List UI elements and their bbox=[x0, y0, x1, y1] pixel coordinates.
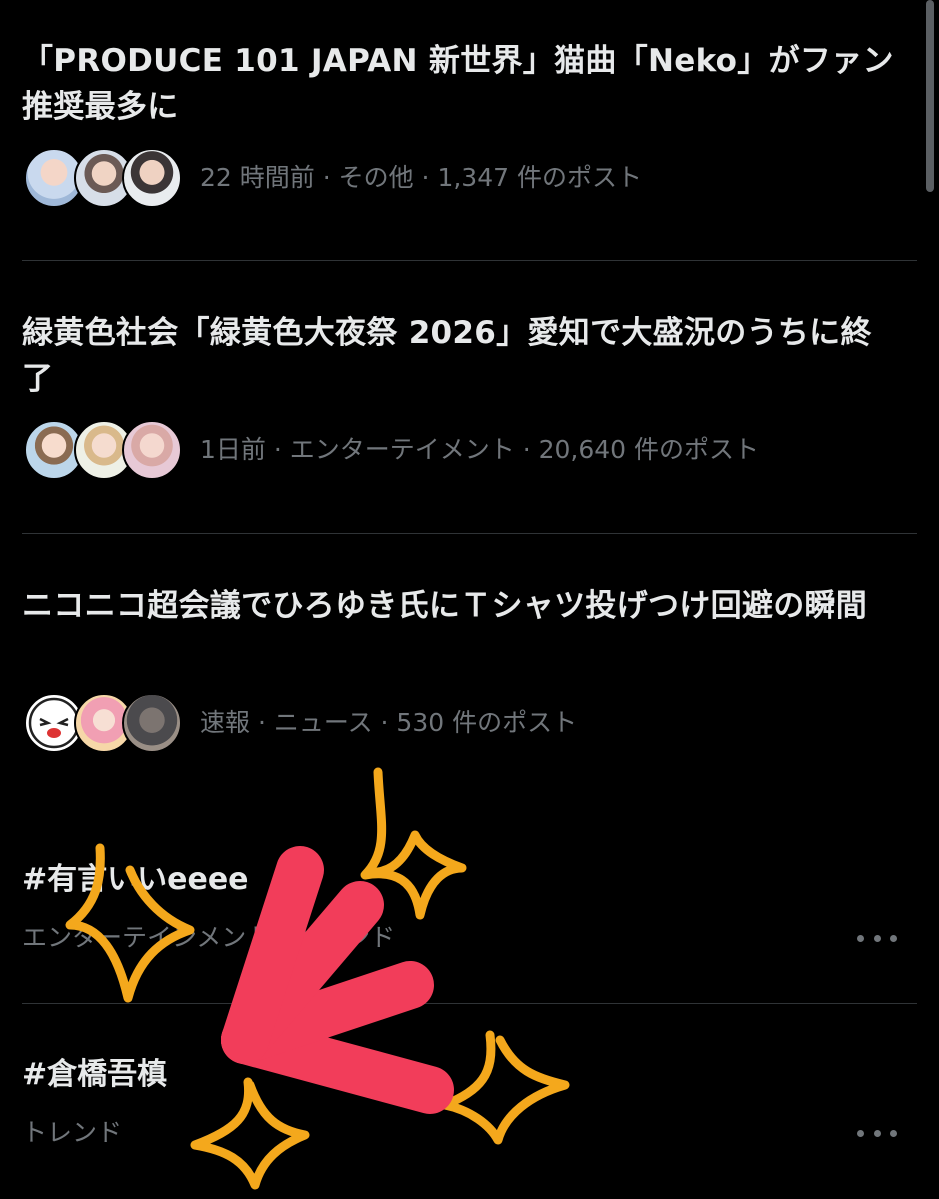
news-meta-row: 1日前 · エンターテイメント · 20,640 件のポスト bbox=[22, 420, 902, 480]
news-item[interactable]: 「PRODUCE 101 JAPAN 新世界」猫曲「Neko」がファン推奨最多に… bbox=[22, 38, 917, 208]
avatar bbox=[122, 420, 182, 480]
news-meta-row: 22 時間前 · その他 · 1,347 件のポスト bbox=[22, 148, 902, 208]
avatar-group bbox=[22, 148, 182, 208]
news-item[interactable]: 緑黄色社会「緑黄色大夜祭 2026」愛知で大盛況のうちに終了 1日前 · エンタ… bbox=[22, 310, 917, 480]
avatar bbox=[122, 693, 182, 753]
news-meta: 1日前 · エンターテイメント · 20,640 件のポスト bbox=[200, 435, 760, 464]
news-title: 「PRODUCE 101 JAPAN 新世界」猫曲「Neko」がファン推奨最多に bbox=[22, 43, 894, 125]
news-meta: 速報 · ニュース · 530 件のポスト bbox=[200, 708, 578, 737]
news-item[interactable]: ニコニコ超会議でひろゆき氏にＴシャツ投げつけ回避の瞬間 速報 · ニュース · … bbox=[22, 583, 917, 753]
divider bbox=[22, 260, 917, 261]
more-options-icon[interactable] bbox=[857, 928, 897, 948]
avatar-group bbox=[22, 420, 182, 480]
avatar bbox=[122, 148, 182, 208]
trend-subtitle: エンターテインメント · トレンド bbox=[22, 923, 396, 952]
news-title: ニコニコ超会議でひろゆき氏にＴシャツ投げつけ回避の瞬間 bbox=[22, 588, 868, 624]
avatar-group bbox=[22, 693, 182, 753]
trend-title: #倉橋吾槙 bbox=[22, 1057, 168, 1092]
divider bbox=[22, 533, 917, 534]
news-title: 緑黄色社会「緑黄色大夜祭 2026」愛知で大盛況のうちに終了 bbox=[22, 315, 872, 397]
news-meta-row: 速報 · ニュース · 530 件のポスト bbox=[22, 693, 902, 753]
trending-feed: 「PRODUCE 101 JAPAN 新世界」猫曲「Neko」がファン推奨最多に… bbox=[0, 0, 939, 1199]
scrollbar[interactable] bbox=[926, 0, 934, 192]
trend-item[interactable]: #倉橋吾槙 トレンド bbox=[22, 1055, 917, 1175]
news-meta: 22 時間前 · その他 · 1,347 件のポスト bbox=[200, 163, 642, 192]
trend-title: #有言いいeeee bbox=[22, 862, 249, 897]
trend-item[interactable]: #有言いいeeee エンターテインメント · トレンド bbox=[22, 860, 917, 980]
divider bbox=[22, 1003, 917, 1004]
more-options-icon[interactable] bbox=[857, 1123, 897, 1143]
trend-subtitle: トレンド bbox=[22, 1118, 123, 1147]
